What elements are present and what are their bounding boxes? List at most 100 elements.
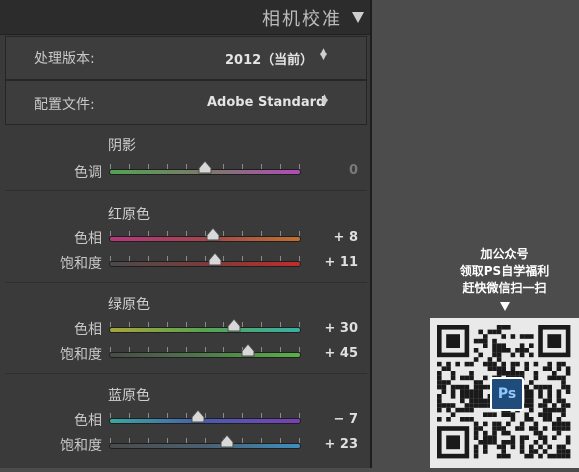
slider-tick xyxy=(110,256,111,261)
slider-thumb[interactable] xyxy=(208,253,222,266)
red-hue-slider[interactable] xyxy=(110,228,300,241)
blue-hue-slider[interactable] xyxy=(110,410,300,423)
slider-tick xyxy=(261,413,263,418)
slider-tick xyxy=(280,347,282,352)
slider-value[interactable]: 0 xyxy=(298,163,358,178)
down-arrow-icon xyxy=(500,302,510,311)
slider-tick xyxy=(280,413,282,418)
slider-tick xyxy=(147,438,149,443)
slider-tick xyxy=(166,231,168,236)
slider-tick xyxy=(128,231,130,236)
slider-label: 饱和度 xyxy=(60,347,102,363)
slider-thumb[interactable] xyxy=(206,228,220,241)
slider-tick xyxy=(242,256,244,261)
slider-tick xyxy=(185,438,187,443)
slider-tick xyxy=(147,164,149,169)
slider-tick xyxy=(128,438,130,443)
slider-tick xyxy=(166,256,168,261)
slider-tick xyxy=(204,256,206,261)
slider-tick xyxy=(261,231,263,236)
slider-tick xyxy=(147,231,149,236)
slider-tick xyxy=(128,347,130,352)
slider-tick xyxy=(128,256,130,261)
profile-select[interactable]: Adobe Standard xyxy=(207,95,325,110)
panel-title: 相机校准 xyxy=(262,9,342,30)
shadow-tint-slider[interactable] xyxy=(110,161,300,174)
divider xyxy=(5,190,367,191)
group-title-red-primary: 红原色 xyxy=(108,207,150,223)
divider xyxy=(5,373,367,374)
green-hue-slider[interactable] xyxy=(110,319,300,332)
panel-header[interactable]: 相机校准 xyxy=(0,0,370,35)
slider-tick xyxy=(223,256,225,261)
collapse-triangle-icon[interactable] xyxy=(352,12,364,23)
slider-tick xyxy=(185,322,187,327)
slider-label: 色相 xyxy=(74,322,102,338)
slider-tick xyxy=(242,164,244,169)
slider-tick xyxy=(110,347,111,352)
slider-tick xyxy=(242,322,244,327)
divider xyxy=(5,282,367,283)
slider-tick xyxy=(110,413,111,418)
slider-value[interactable]: − 7 xyxy=(298,412,358,427)
slider-tick xyxy=(204,438,206,443)
slider-value[interactable]: + 45 xyxy=(298,346,358,361)
process-version-select[interactable]: 2012（当前） xyxy=(225,49,313,68)
promo-line: 领取PS自学福利 xyxy=(459,264,550,278)
slider-tick xyxy=(110,164,111,169)
slider-tick xyxy=(223,413,225,418)
slider-tick xyxy=(147,347,149,352)
select-updown-icon[interactable]: ▲ ▼ xyxy=(320,48,327,62)
slider-tick xyxy=(280,322,282,327)
promo-line: 加公众号 xyxy=(480,247,529,261)
slider-tick xyxy=(261,322,263,327)
slider-thumb[interactable] xyxy=(241,344,255,357)
profile-row: 配置文件: Adobe Standard ▲ ▼ xyxy=(5,80,367,125)
slider-tick xyxy=(223,347,225,352)
slider-tick xyxy=(128,413,130,418)
slider-label: 色调 xyxy=(74,165,102,181)
slider-tick xyxy=(204,347,206,352)
slider-tick xyxy=(280,438,282,443)
slider-tick xyxy=(185,164,187,169)
slider-value[interactable]: + 23 xyxy=(298,437,358,452)
slider-tick xyxy=(147,256,149,261)
promo-line: 赶快微信扫一扫 xyxy=(462,281,547,295)
slider-tick xyxy=(147,322,149,327)
slider-tick xyxy=(128,322,130,327)
slider-value[interactable]: + 30 xyxy=(298,321,358,336)
slider-tick xyxy=(223,231,225,236)
profile-label: 配置文件: xyxy=(34,97,95,113)
group-title-blue-primary: 蓝原色 xyxy=(108,388,150,404)
slider-label: 饱和度 xyxy=(60,438,102,454)
slider-tick xyxy=(110,322,111,327)
slider-tick xyxy=(185,231,187,236)
slider-thumb[interactable] xyxy=(220,435,234,448)
slider-thumb[interactable] xyxy=(227,319,241,332)
slider-tick xyxy=(166,438,168,443)
green-saturation-slider[interactable] xyxy=(110,344,300,357)
slider-value[interactable]: + 8 xyxy=(298,230,358,245)
process-version-label: 处理版本: xyxy=(34,51,95,67)
slider-tick xyxy=(261,438,263,443)
slider-tick xyxy=(110,231,111,236)
slider-tick xyxy=(110,438,111,443)
blue-saturation-slider[interactable] xyxy=(110,435,300,448)
slider-tick xyxy=(261,164,263,169)
slider-label: 色相 xyxy=(74,413,102,429)
slider-tick xyxy=(280,256,282,261)
slider-tick xyxy=(166,322,168,327)
slider-value[interactable]: + 11 xyxy=(298,255,358,270)
slider-label: 色相 xyxy=(74,231,102,247)
slider-tick xyxy=(261,347,263,352)
ps-logo-icon: Ps xyxy=(490,377,524,411)
red-saturation-slider[interactable] xyxy=(110,253,300,266)
slider-tick xyxy=(128,164,130,169)
slider-thumb[interactable] xyxy=(191,410,205,423)
group-title-shadows: 阴影 xyxy=(108,138,136,154)
slider-tick xyxy=(147,413,149,418)
select-updown-icon[interactable]: ▲ ▼ xyxy=(321,94,328,108)
slider-thumb[interactable] xyxy=(198,161,212,174)
slider-label: 饱和度 xyxy=(60,256,102,272)
slider-tick xyxy=(280,231,282,236)
